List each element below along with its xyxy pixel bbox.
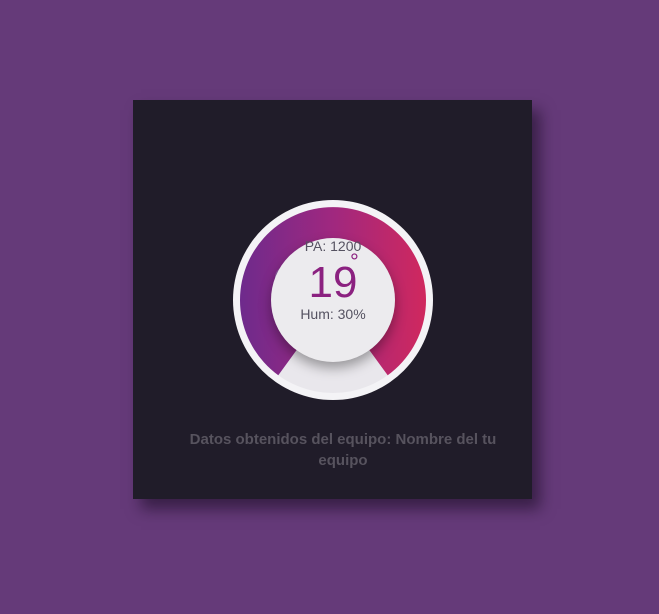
- thermostat-card: PA: 1200 19 ° Hum: 30% Datos obtenidos d…: [133, 100, 532, 499]
- pressure-reading: PA: 1200: [304, 238, 362, 254]
- thermostat-dial: PA: 1200 19 ° Hum: 30%: [233, 200, 433, 400]
- device-caption: Datos obtenidos del equipo: Nombre del t…: [189, 431, 497, 469]
- degree-symbol: °: [350, 249, 359, 274]
- humidity-reading: Hum: 30%: [300, 306, 366, 322]
- temperature-value: 19: [308, 258, 358, 307]
